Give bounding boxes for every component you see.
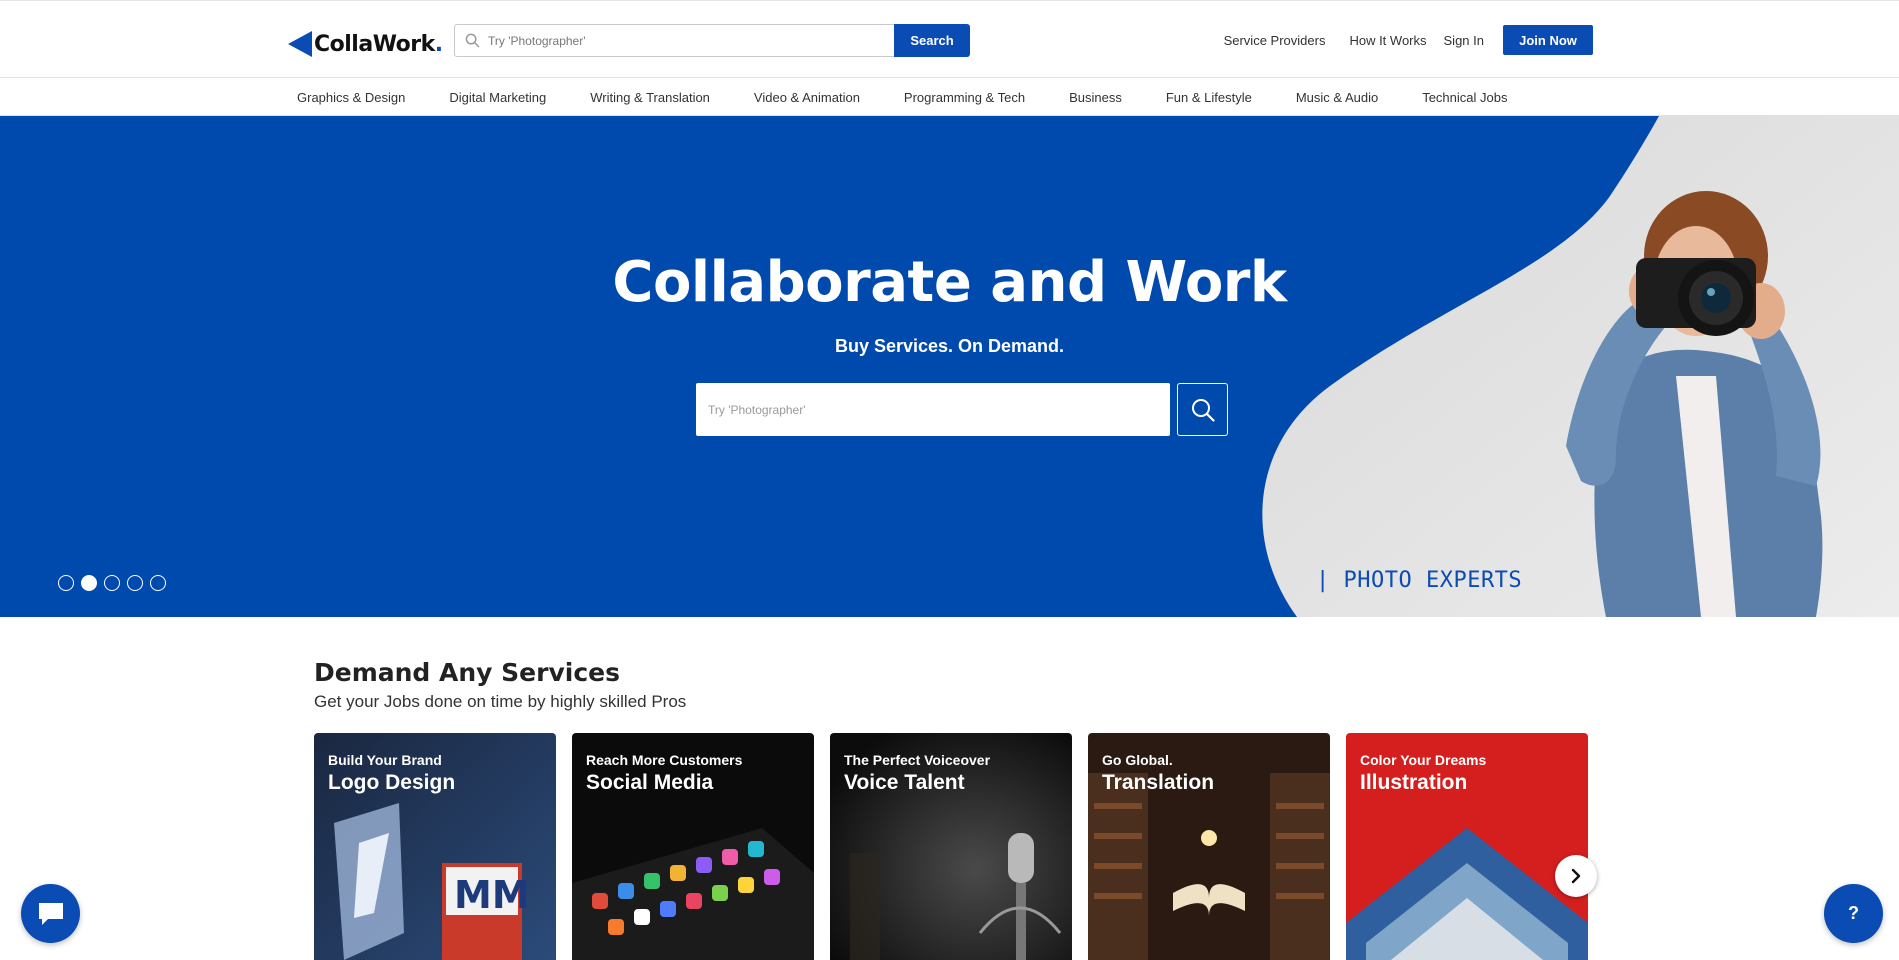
- join-now-button[interactable]: Join Now: [1503, 25, 1593, 55]
- hero-search: [696, 383, 1228, 436]
- card-kicker: Build Your Brand: [328, 752, 442, 768]
- card-title: Translation: [1102, 771, 1215, 794]
- category-fun-lifestyle[interactable]: Fun & Lifestyle: [1166, 90, 1252, 105]
- svg-text:MM: MM: [454, 873, 530, 917]
- carousel-dot-4[interactable]: [127, 575, 143, 591]
- chat-widget-button[interactable]: [21, 884, 80, 943]
- carousel-dot-3[interactable]: [104, 575, 120, 591]
- category-list: Graphics & Design Digital Marketing Writ…: [297, 78, 1551, 116]
- card-title: Voice Talent: [844, 771, 965, 794]
- carousel-dot-5[interactable]: [150, 575, 166, 591]
- logo-text: CollaWork: [314, 31, 435, 57]
- category-nav: Graphics & Design Digital Marketing Writ…: [0, 78, 1899, 116]
- service-card-illustration[interactable]: Color Your Dreams Illustration: [1346, 733, 1588, 960]
- category-music-audio[interactable]: Music & Audio: [1296, 90, 1378, 105]
- service-card-logo-design[interactable]: MM Build Your Brand Logo Design: [314, 733, 556, 960]
- service-card-voice-talent[interactable]: The Perfect Voiceover Voice Talent: [830, 733, 1072, 960]
- chevron-right-icon: [1571, 868, 1581, 884]
- hero-search-button[interactable]: [1177, 383, 1228, 436]
- card-kicker: Go Global.: [1102, 752, 1173, 768]
- service-card-translation[interactable]: Go Global. Translation: [1088, 733, 1330, 960]
- services-title: Demand Any Services: [314, 658, 620, 687]
- hero-search-input[interactable]: [696, 383, 1170, 436]
- category-graphics-design[interactable]: Graphics & Design: [297, 90, 405, 105]
- help-widget-button[interactable]: ?: [1824, 884, 1883, 943]
- hero-banner: Collaborate and Work Buy Services. On De…: [0, 116, 1899, 617]
- card-kicker: The Perfect Voiceover: [844, 752, 991, 768]
- header-search-input[interactable]: [488, 33, 868, 48]
- card-title: Social Media: [586, 771, 714, 794]
- logo-dot: .: [434, 31, 444, 57]
- photographer-image: [1566, 191, 1823, 617]
- card-title: Illustration: [1360, 771, 1468, 794]
- carousel-dots: [58, 575, 173, 591]
- category-technical-jobs[interactable]: Technical Jobs: [1422, 90, 1507, 105]
- service-cards: MM Build Your Brand Logo Design Reach Mo…: [314, 733, 1604, 960]
- carousel-dot-1[interactable]: [58, 575, 74, 591]
- top-header: CollaWork . Search Service Providers How…: [0, 0, 1899, 78]
- category-video-animation[interactable]: Video & Animation: [754, 90, 860, 105]
- search-icon: [465, 33, 480, 48]
- card-title: Logo Design: [328, 771, 456, 794]
- how-it-works-link[interactable]: How It Works: [1349, 33, 1426, 48]
- category-business[interactable]: Business: [1069, 90, 1122, 105]
- hero-slide-label: | PHOTO EXPERTS: [1316, 568, 1523, 593]
- header-search: Search: [454, 24, 970, 57]
- chat-icon: [38, 902, 63, 925]
- card-kicker: Reach More Customers: [586, 752, 743, 768]
- collawork-logo[interactable]: CollaWork .: [288, 30, 443, 58]
- header-search-button[interactable]: Search: [894, 24, 970, 57]
- logo-arrow-icon: [288, 31, 312, 57]
- sign-in-link[interactable]: Sign In: [1444, 33, 1484, 48]
- card-kicker: Color Your Dreams: [1360, 752, 1487, 768]
- carousel-dot-2[interactable]: [81, 575, 97, 591]
- service-card-social-media[interactable]: Reach More Customers Social Media: [572, 733, 814, 960]
- services-subtitle: Get your Jobs done on time by highly ski…: [314, 692, 687, 711]
- service-providers-link[interactable]: Service Providers: [1224, 33, 1326, 48]
- header-search-box: [454, 24, 894, 57]
- category-digital-marketing[interactable]: Digital Marketing: [449, 90, 546, 105]
- search-icon: [1191, 398, 1215, 422]
- cards-next-button[interactable]: [1555, 855, 1597, 897]
- category-writing-translation[interactable]: Writing & Translation: [590, 90, 710, 105]
- help-icon: ?: [1848, 903, 1859, 923]
- top-links: Service Providers How It Works Sign In J…: [1224, 25, 1593, 55]
- category-programming-tech[interactable]: Programming & Tech: [904, 90, 1025, 105]
